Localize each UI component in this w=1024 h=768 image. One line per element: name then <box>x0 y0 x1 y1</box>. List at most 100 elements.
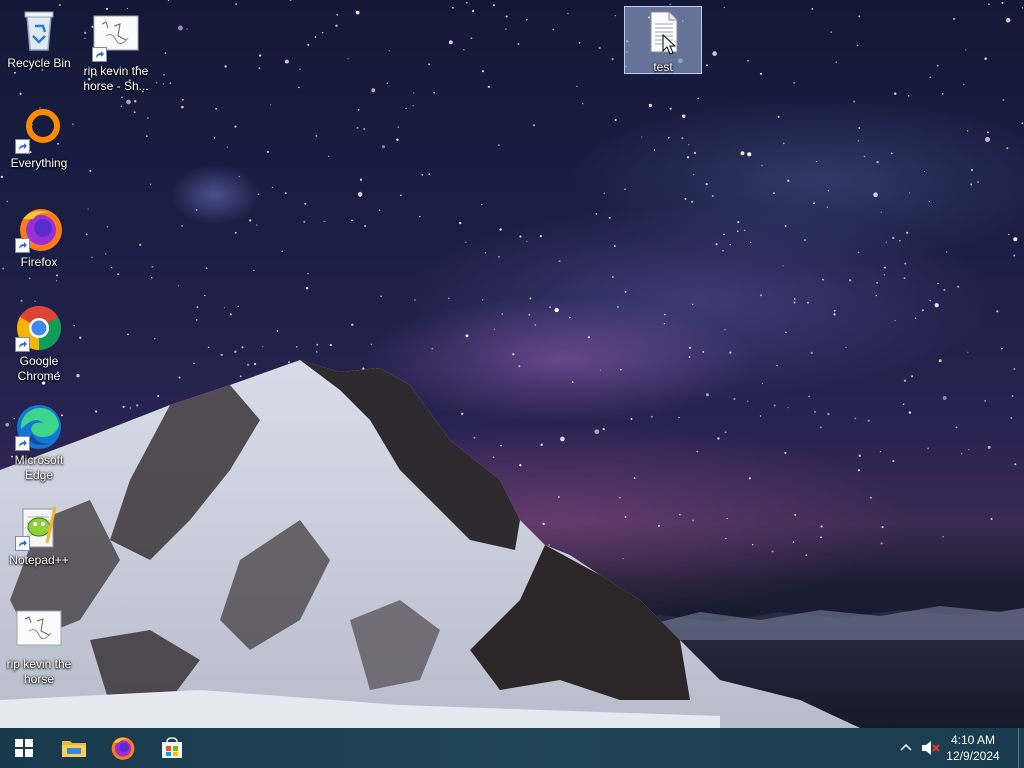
shortcut-arrow-icon <box>15 436 30 451</box>
star <box>380 295 383 298</box>
star <box>363 224 367 228</box>
star <box>794 513 797 516</box>
star <box>129 407 131 409</box>
star <box>55 280 58 282</box>
star <box>885 241 887 243</box>
star <box>95 410 98 413</box>
star <box>793 301 796 304</box>
star <box>929 299 931 302</box>
star <box>996 310 999 313</box>
star <box>737 230 739 232</box>
desktop-icon-firefox[interactable]: Firefox <box>1 205 77 275</box>
star <box>967 351 969 353</box>
everything-icon <box>15 106 63 154</box>
star <box>146 135 148 137</box>
taskbar-clock[interactable]: 4:10 AM 12/9/2024 <box>938 732 1008 764</box>
shortcut-arrow-icon <box>15 139 30 154</box>
taskbar-microsoft-store-button[interactable] <box>148 728 196 768</box>
star <box>811 8 814 10</box>
image-shortcut-icon <box>92 14 140 62</box>
star <box>784 225 787 227</box>
star <box>386 82 389 85</box>
desktop-icon-rip-kevin-shortcut[interactable]: rip kevin the horse - Sh... <box>78 14 154 93</box>
desktop-icon-rip-kevin-image[interactable]: rip kevin the horse <box>1 607 77 686</box>
desktop-icon-microsoft-edge[interactable]: Microsoft Edge <box>1 403 77 489</box>
star <box>595 213 598 215</box>
desktop-icon-label: test <box>653 60 673 74</box>
show-desktop-button[interactable] <box>1018 728 1024 768</box>
star <box>985 137 990 142</box>
star <box>193 362 195 364</box>
desktop-icon-recycle-bin[interactable]: Recycle Bin <box>1 6 77 76</box>
star <box>929 76 931 79</box>
star <box>792 541 795 543</box>
star <box>927 447 929 450</box>
star <box>608 216 611 219</box>
tray-overflow-button[interactable] <box>896 738 916 758</box>
star <box>803 239 807 242</box>
star <box>858 15 861 18</box>
star <box>1005 18 1011 23</box>
star <box>481 203 483 206</box>
desktop-icon-label: rip kevin the horse <box>6 657 72 686</box>
star <box>126 7 129 10</box>
star <box>461 412 464 415</box>
star <box>258 67 261 70</box>
star <box>181 105 184 109</box>
star <box>892 460 895 463</box>
star <box>378 209 381 211</box>
star <box>833 313 836 316</box>
star <box>899 240 901 242</box>
star <box>149 183 152 186</box>
taskbar-firefox-button[interactable] <box>99 728 147 768</box>
star <box>816 160 818 163</box>
star <box>497 144 500 147</box>
star <box>934 303 939 308</box>
star <box>835 61 837 63</box>
star <box>298 86 300 89</box>
star <box>653 149 656 151</box>
star <box>316 343 319 346</box>
desktop-icon-everything[interactable]: Everything <box>1 106 77 176</box>
star <box>691 303 694 306</box>
star <box>151 265 154 268</box>
star <box>904 262 907 265</box>
star <box>938 359 942 363</box>
star <box>560 436 565 442</box>
star <box>952 17 956 21</box>
star <box>706 393 709 397</box>
star <box>534 324 537 326</box>
taskbar-file-explorer-button[interactable] <box>50 728 98 768</box>
star <box>484 252 487 254</box>
star <box>181 225 183 227</box>
start-button[interactable] <box>0 728 48 768</box>
star <box>303 220 306 223</box>
star <box>903 277 906 279</box>
star <box>247 363 250 366</box>
star <box>723 233 725 236</box>
star <box>428 63 431 66</box>
star <box>396 138 399 141</box>
star <box>773 404 776 407</box>
star <box>614 14 616 17</box>
star <box>684 197 687 200</box>
star <box>876 281 878 284</box>
star <box>466 1 468 4</box>
star <box>481 70 485 73</box>
star <box>923 170 926 173</box>
star <box>945 251 948 253</box>
star <box>549 306 551 308</box>
desktop-icon-google-chrome[interactable]: Google Chrome <box>1 304 77 390</box>
star <box>748 477 752 480</box>
star <box>121 96 123 99</box>
star <box>706 64 708 67</box>
star <box>833 309 836 312</box>
desktop-icon-notepadpp[interactable]: Notepad++ <box>1 503 77 573</box>
star <box>664 313 666 316</box>
notepadpp-icon <box>15 503 63 551</box>
star <box>669 3 671 6</box>
star <box>357 108 360 111</box>
star <box>648 103 652 108</box>
star <box>966 130 969 132</box>
star <box>594 429 600 435</box>
